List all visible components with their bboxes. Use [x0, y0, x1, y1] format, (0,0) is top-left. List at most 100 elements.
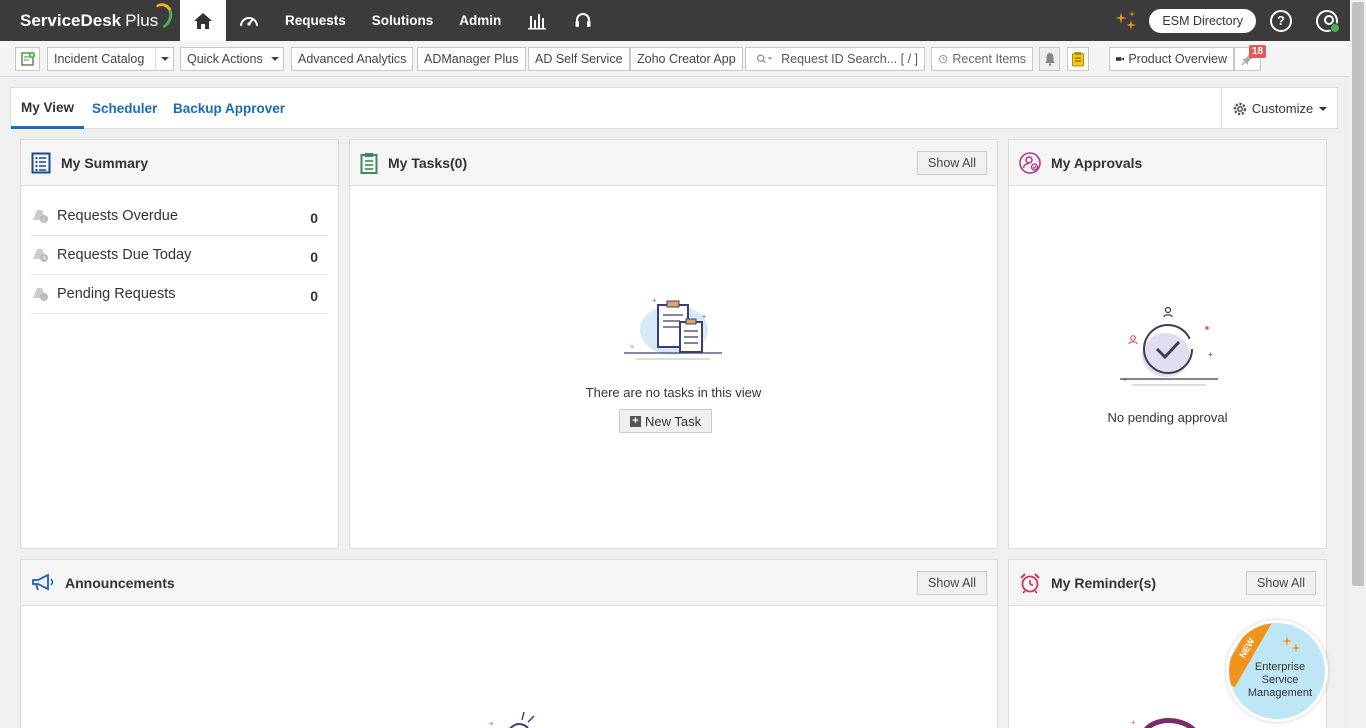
esm-directory-button[interactable]: ESM Directory: [1149, 8, 1256, 33]
no-approval-illustration: + +: [1120, 306, 1218, 386]
page-scrollbar-thumb[interactable]: [1352, 2, 1364, 586]
search-icon: [756, 54, 773, 64]
speedometer-icon: [240, 16, 258, 26]
notifications-button[interactable]: [1039, 47, 1060, 71]
app-logo[interactable]: ServiceDesk Plus: [0, 0, 180, 41]
topnav-right-group: ESM Directory ?: [1113, 0, 1366, 41]
advanced-analytics-link[interactable]: Advanced Analytics: [291, 47, 414, 71]
summary-row-label: Requests Due Today: [57, 247, 192, 263]
summary-row-count: 0: [310, 210, 318, 226]
approvals-empty-message: No pending approval: [1107, 410, 1228, 425]
nav-requests[interactable]: Requests: [272, 0, 359, 41]
view-tabs-bar: My View Scheduler Backup Approver Custom…: [10, 87, 1338, 129]
chevron-down-icon: [161, 57, 169, 61]
my-summary-header: My Summary: [21, 140, 338, 186]
incident-catalog-dropdown[interactable]: Incident Catalog: [47, 47, 174, 71]
announcements-show-all-button[interactable]: Show All: [917, 571, 987, 595]
tasks-clipboard-button[interactable]: [1067, 47, 1089, 71]
summary-row-due-today[interactable]: Requests Due Today 0: [31, 236, 328, 275]
product-overview-button[interactable]: Product Overview: [1109, 47, 1234, 71]
reminders-show-all-button[interactable]: Show All: [1246, 571, 1316, 595]
plus-box-icon: +: [630, 415, 641, 427]
summary-list: ! Requests Overdue 0 Requests Due Today …: [21, 186, 338, 314]
svg-text:+: +: [489, 719, 494, 728]
new-task-button[interactable]: + New Task: [619, 409, 713, 433]
tasks-show-all-button[interactable]: Show All: [917, 151, 987, 175]
megaphone-icon: [32, 573, 54, 590]
my-tasks-panel: My Tasks(0) Show All + + + There are no …: [349, 139, 998, 549]
announcements-title: Announcements: [65, 574, 175, 591]
customize-label: Customize: [1251, 101, 1314, 116]
pending-request-icon: ...: [33, 288, 48, 301]
chevron-down-icon: [271, 57, 279, 61]
history-icon: [939, 55, 948, 63]
home-icon: [194, 12, 212, 29]
due-today-request-icon: [33, 249, 48, 262]
bar-chart-icon: [528, 13, 547, 29]
empty-tasks-illustration: + + +: [624, 296, 722, 360]
svg-text:+: +: [1208, 350, 1213, 359]
overdue-request-icon: !: [33, 210, 48, 224]
my-tasks-title: My Tasks(0): [388, 154, 468, 171]
clipboard-icon: [1072, 52, 1084, 67]
svg-text:...: ...: [42, 295, 46, 301]
new-request-button[interactable]: [15, 47, 40, 71]
my-summary-panel: My Summary ! Requests Overdue 0 Requests…: [20, 139, 339, 549]
request-search-input[interactable]: Request ID Search... [ / ]: [745, 47, 925, 71]
announcements-header: Announcements Show All: [21, 560, 997, 606]
my-approvals-header: My Approvals: [1009, 140, 1326, 186]
svg-text:+: +: [630, 344, 634, 351]
my-approvals-title: My Approvals: [1051, 154, 1143, 171]
dropdown-separator: [155, 48, 169, 70]
new-task-label: New Task: [645, 413, 702, 429]
nav-solutions[interactable]: Solutions: [359, 0, 447, 41]
recent-items-button[interactable]: Recent Items: [931, 47, 1033, 71]
tasks-empty-message: There are no tasks in this view: [585, 385, 762, 400]
my-reminders-header: My Reminder(s) Show All: [1009, 560, 1326, 606]
tab-my-view[interactable]: My View: [11, 88, 85, 129]
reports-button[interactable]: [514, 0, 560, 41]
dashboard-button[interactable]: [226, 0, 272, 41]
my-reminders-title: My Reminder(s): [1051, 574, 1157, 591]
top-navbar: ServiceDesk Plus Requests Solutions Admi…: [0, 0, 1366, 41]
gear-icon: [1233, 102, 1247, 115]
summary-row-count: 0: [310, 249, 318, 265]
summary-row-label: Pending Requests: [57, 286, 176, 302]
reminder-illustration: +: [1131, 718, 1196, 728]
quick-actions-dropdown[interactable]: Quick Actions: [180, 47, 284, 71]
bell-icon: [1044, 53, 1055, 66]
quick-toolbar: Incident Catalog Quick Actions Advanced …: [0, 41, 1350, 77]
home-button[interactable]: [180, 0, 226, 41]
svg-text:+: +: [702, 314, 706, 321]
clipboard-list-icon: [360, 152, 378, 174]
product-overview-label: Product Overview: [1128, 52, 1227, 66]
approval-user-icon: [1019, 151, 1041, 174]
user-profile-icon[interactable]: [1316, 9, 1340, 33]
svg-text:+: +: [1123, 377, 1127, 384]
support-button[interactable]: [560, 0, 606, 41]
incident-catalog-label: Incident Catalog: [54, 52, 145, 66]
ad-self-service-link[interactable]: AD Self Service: [528, 47, 630, 71]
brand-name: ServiceDesk: [20, 10, 122, 30]
sparkle-icon: [1115, 10, 1137, 30]
admanager-plus-link[interactable]: ADManager Plus: [417, 47, 526, 71]
summary-row-pending[interactable]: ... Pending Requests 0: [31, 275, 328, 314]
summary-list-icon: [31, 152, 51, 173]
esm-promo-bubble[interactable]: NEW Enterprise Service Management: [1226, 620, 1328, 722]
tab-backup-approver[interactable]: Backup Approver: [173, 88, 285, 129]
summary-row-overdue[interactable]: ! Requests Overdue 0: [31, 197, 328, 236]
customize-dropdown[interactable]: Customize: [1221, 88, 1337, 129]
help-icon[interactable]: ?: [1270, 9, 1292, 32]
nav-admin[interactable]: Admin: [446, 0, 514, 41]
announcement-illustration: +: [489, 711, 535, 728]
tab-scheduler[interactable]: Scheduler: [92, 88, 157, 129]
my-summary-title: My Summary: [61, 154, 149, 171]
add-request-icon: [20, 51, 35, 66]
svg-text:+: +: [1131, 718, 1136, 727]
search-placeholder: Request ID Search... [ / ]: [781, 52, 918, 66]
video-camera-icon: [1116, 57, 1125, 61]
esm-promo-text: Enterprise Service Management: [1247, 661, 1313, 699]
sparkle-icon: [1282, 636, 1300, 652]
zoho-creator-link[interactable]: Zoho Creator App: [630, 47, 743, 71]
headset-icon: [575, 12, 591, 27]
